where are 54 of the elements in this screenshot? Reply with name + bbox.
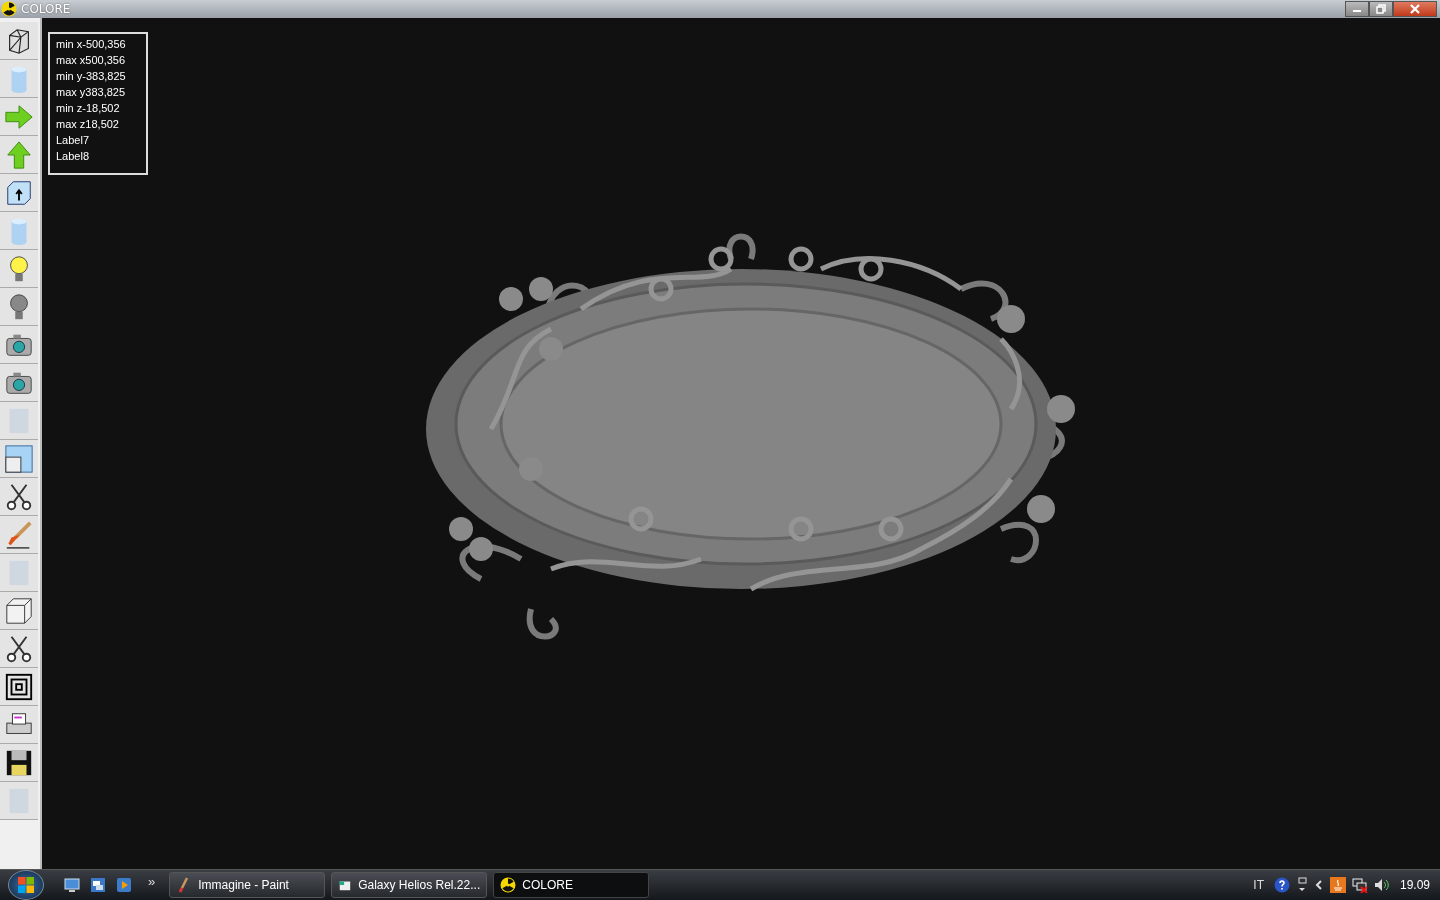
- switch-windows-button[interactable]: [88, 875, 108, 895]
- info-label: max x500,356: [56, 53, 127, 68]
- info-label: min y-383,825: [56, 69, 127, 84]
- info-label: Label8: [56, 149, 91, 164]
- clock[interactable]: 19.09: [1399, 878, 1430, 892]
- restore-icon: [1376, 4, 1386, 14]
- info-label: min x-500,356: [56, 37, 127, 52]
- info-label: max y383,825: [56, 85, 127, 100]
- cube-tool-button[interactable]: [0, 592, 38, 630]
- bulb-on-tool-button[interactable]: [0, 250, 38, 288]
- volume-icon[interactable]: [1373, 877, 1390, 893]
- window-icon: [4, 443, 34, 474]
- close-button[interactable]: [1393, 1, 1437, 17]
- windows-logo-icon: [16, 875, 36, 895]
- close-icon: [1410, 4, 1420, 14]
- taskbar-button[interactable]: Galaxy Helios Rel.22...: [331, 872, 488, 898]
- info-label: Label7: [56, 133, 91, 148]
- window-tool-button[interactable]: [0, 440, 38, 478]
- box-arrow-tool-button[interactable]: [0, 174, 38, 212]
- display-icon[interactable]: [1295, 877, 1308, 893]
- wireframe-tool-button[interactable]: [0, 22, 38, 60]
- media-player-button[interactable]: [114, 875, 134, 895]
- printer-tool-button[interactable]: [0, 706, 38, 744]
- window-title: COLORE: [21, 2, 71, 16]
- scissors-tool-button[interactable]: [0, 478, 38, 516]
- java-icon[interactable]: [1329, 877, 1346, 893]
- desktop-icon: [64, 877, 80, 893]
- scissors-tool-button[interactable]: [0, 630, 38, 668]
- arrow-up-icon: [4, 139, 34, 170]
- bulb-off-tool-button[interactable]: [0, 288, 38, 326]
- brush-icon: [4, 519, 34, 550]
- restore-button[interactable]: [1369, 1, 1393, 17]
- taskbar-button[interactable]: Immagine - Paint: [169, 872, 326, 898]
- show-desktop-button[interactable]: [62, 875, 82, 895]
- help-icon[interactable]: [1273, 877, 1290, 893]
- radiation-icon: [500, 877, 517, 893]
- squares-tool-button[interactable]: [0, 668, 38, 706]
- info-label: min z-18,502: [56, 101, 121, 116]
- taskbar-button[interactable]: COLORE: [493, 872, 650, 898]
- language-indicator[interactable]: IT: [1253, 878, 1264, 892]
- windows-stack-icon: [90, 877, 106, 893]
- more-button[interactable]: »: [140, 873, 164, 889]
- info-label: max z18,502: [56, 117, 120, 132]
- camera-tool-button[interactable]: [0, 364, 38, 402]
- cube-icon: [4, 595, 34, 626]
- start-button[interactable]: [8, 870, 44, 900]
- play-icon: [116, 877, 132, 893]
- arrow-right-tool-button[interactable]: [0, 98, 38, 136]
- floppy-tool-button[interactable]: [0, 744, 38, 782]
- squares-icon: [4, 671, 34, 702]
- minimize-button[interactable]: [1345, 1, 1369, 17]
- camera-tool-button[interactable]: [0, 326, 38, 364]
- network-disconnected-icon[interactable]: [1351, 877, 1368, 893]
- radiation-icon: [1, 1, 17, 17]
